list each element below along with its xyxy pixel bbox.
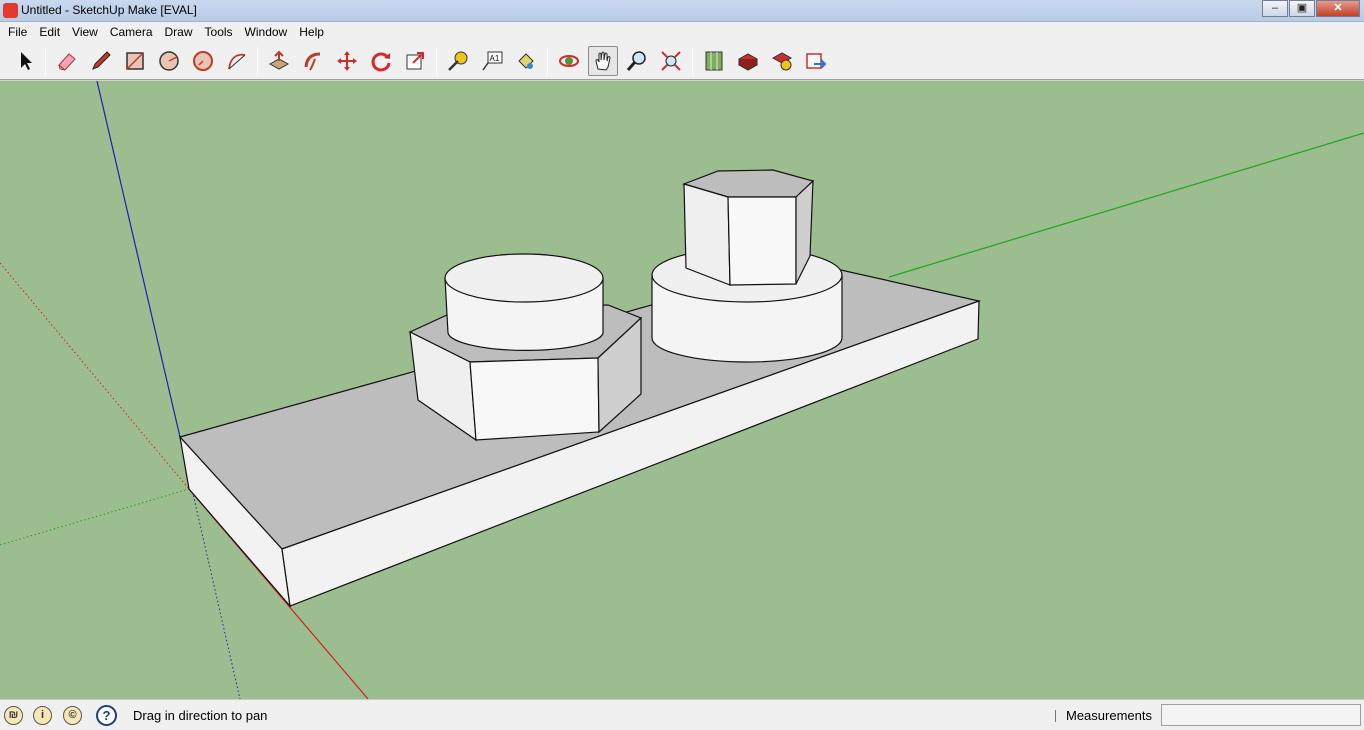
arc-icon: [228, 53, 246, 70]
eraser-icon: [58, 53, 76, 71]
sketchup-logo-icon: [3, 3, 18, 18]
hex-head-left-face: [683, 183, 731, 286]
push-pull-icon: [268, 50, 290, 70]
status-bar: ₪ i © ? Drag in direction to pan Measure…: [0, 699, 1364, 730]
modeling-viewport[interactable]: [0, 81, 1364, 699]
share-model-button[interactable]: [733, 46, 763, 76]
line-tool-button[interactable]: [86, 46, 116, 76]
status-divider: [1055, 710, 1056, 722]
text-tool-label: A1: [490, 54, 500, 63]
maximize-button[interactable]: ▣: [1289, 0, 1315, 17]
help-icon[interactable]: ?: [96, 705, 117, 726]
getting-started-toolbar: A1: [0, 42, 1364, 80]
rectangle-icon: [126, 52, 144, 70]
geo-location-icon[interactable]: ₪: [4, 706, 23, 725]
hex-nut-front-face: [469, 357, 600, 441]
zoom-extents-tool-button[interactable]: [656, 46, 686, 76]
pan-tool-button[interactable]: [588, 46, 618, 76]
copyright-icon[interactable]: ©: [63, 706, 82, 725]
menu-window[interactable]: Window: [239, 22, 294, 42]
share-component-icon: [806, 53, 827, 69]
title-bar: Untitled - SketchUp Make [EVAL] – ▣ ✕: [0, 0, 1364, 22]
menu-view[interactable]: View: [66, 22, 104, 42]
nut-cylinder[interactable]: [444, 253, 604, 351]
zoom-extents-icon: [661, 51, 681, 71]
share-component-button[interactable]: [801, 46, 831, 76]
add-location-icon: [705, 51, 723, 71]
blue-axis-solid: [96, 81, 181, 438]
credits-icon[interactable]: i: [33, 706, 52, 725]
close-button[interactable]: ✕: [1316, 0, 1360, 17]
paint-bucket-icon: [518, 53, 534, 69]
polygon-icon: [193, 51, 213, 71]
tape-measure-icon: [448, 51, 468, 71]
scale-tool-button[interactable]: [400, 46, 430, 76]
red-axis-dotted: [0, 262, 190, 490]
get-models-icon: [771, 52, 793, 71]
scale-icon: [406, 52, 424, 70]
share-model-icon: [737, 53, 759, 71]
hex-head-front-face: [727, 196, 797, 286]
zoom-tool-button[interactable]: [622, 46, 652, 76]
tape-measure-tool-button[interactable]: [443, 46, 473, 76]
status-hint: Drag in direction to pan: [133, 708, 268, 723]
circle-icon: [159, 51, 179, 71]
text-tool-button[interactable]: A1: [477, 46, 507, 76]
green-axis-dotted: [0, 488, 190, 546]
rectangle-tool-button[interactable]: [120, 46, 150, 76]
menu-help[interactable]: Help: [293, 22, 330, 42]
rotate-tool-button[interactable]: [366, 46, 396, 76]
menu-edit[interactable]: Edit: [33, 22, 66, 42]
get-models-button[interactable]: [767, 46, 797, 76]
hex-head[interactable]: [682, 169, 815, 286]
rotate-icon: [371, 52, 391, 72]
green-axis-solid: [888, 132, 1364, 278]
window-controls: – ▣ ✕: [1261, 0, 1360, 17]
menu-tools[interactable]: Tools: [199, 22, 239, 42]
menu-file[interactable]: File: [2, 22, 33, 42]
move-tool-button[interactable]: [332, 46, 362, 76]
pencil-icon: [92, 51, 111, 70]
add-location-button[interactable]: [699, 46, 729, 76]
text-icon: A1: [482, 51, 503, 71]
circle-tool-button[interactable]: [154, 46, 184, 76]
minimize-button[interactable]: –: [1262, 0, 1288, 17]
arc-tool-button[interactable]: [222, 46, 252, 76]
eraser-tool-button[interactable]: [52, 46, 82, 76]
zoom-icon: [626, 51, 646, 71]
menu-camera[interactable]: Camera: [104, 22, 159, 42]
polygon-tool-button[interactable]: [188, 46, 218, 76]
orbit-icon: [559, 55, 579, 67]
model-scene: [0, 81, 1364, 699]
window-title: Untitled - SketchUp Make [EVAL]: [21, 3, 197, 17]
follow-me-tool-button[interactable]: [298, 46, 328, 76]
menu-draw[interactable]: Draw: [159, 22, 199, 42]
paint-bucket-tool-button[interactable]: [511, 46, 541, 76]
select-arrow-icon: [21, 52, 32, 70]
push-pull-tool-button[interactable]: [264, 46, 294, 76]
measurements-input[interactable]: [1161, 704, 1361, 726]
measurements-label: Measurements: [1066, 708, 1152, 723]
orbit-tool-button[interactable]: [554, 46, 584, 76]
hand-icon: [595, 51, 611, 71]
select-tool-button[interactable]: [11, 46, 41, 76]
nut-cylinder-top: [444, 253, 604, 303]
menu-bar: File Edit View Camera Draw Tools Window …: [0, 22, 1364, 42]
follow-me-icon: [304, 52, 321, 71]
move-icon: [337, 51, 357, 71]
